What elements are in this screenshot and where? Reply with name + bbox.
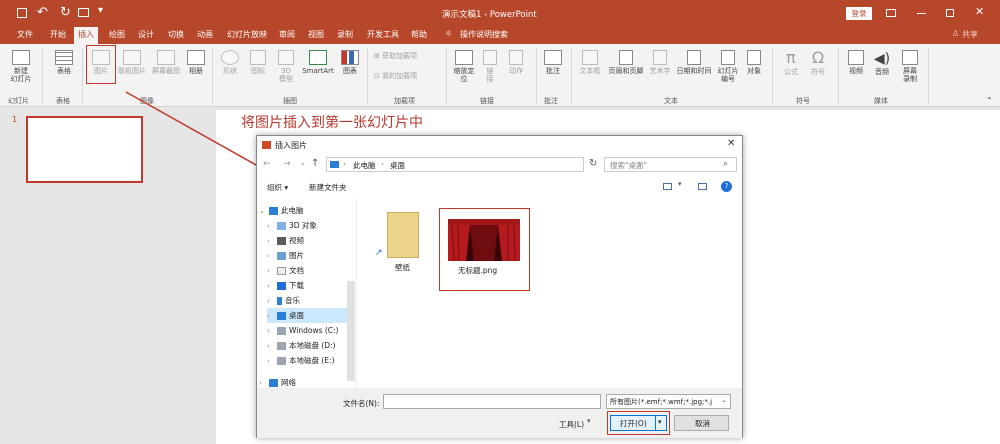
insert-picture-dialog: 插入图片 ✕ ← → ⌄ ↑ › 此电脑 › 桌面 ⌄ ↻ 搜索"桌面" ⌕ 组… [256,135,743,438]
nav-item-drive-e[interactable]: › 本地磁盘 (E:) [267,353,353,368]
new-folder-button[interactable]: 新建文件夹 [309,182,347,193]
forward-icon[interactable]: → [283,159,291,169]
music-icon [277,297,282,305]
nav-item-this-pc[interactable]: ⌄ 此电脑 [259,203,345,218]
folder-icon [387,212,419,258]
filetype-dropdown-icon: ⌄ [721,396,727,404]
powerpoint-icon [262,141,271,149]
desktop-icon [277,312,286,320]
drive-d-icon [277,342,286,350]
nav-item-drive-d[interactable]: › 本地磁盘 (D:) [267,338,353,353]
help-icon[interactable]: ? [721,181,732,192]
view-options-icon[interactable] [663,183,672,190]
refresh-icon[interactable]: ↻ [589,158,597,169]
tools-dropdown-icon[interactable]: ▾ [587,417,591,425]
organize-button[interactable]: 组织 ▾ [267,182,288,193]
nav-item-desktop[interactable]: › 桌面 [267,308,353,323]
filename-label: 文件名(N): [343,399,380,408]
breadcrumb-pc[interactable]: 此电脑 [353,160,376,171]
dialog-close-icon[interactable]: ✕ [727,138,735,149]
preview-pane-icon[interactable] [698,183,707,190]
back-icon[interactable]: ← [263,159,271,169]
file-item-wallpaper[interactable]: ↗ 壁纸 [375,206,431,276]
up-icon[interactable]: ↑ [311,158,319,169]
open-button-highlight [607,411,670,435]
nav-item-3d-objects[interactable]: › 3D 对象 [267,218,353,233]
breadcrumb-desktop[interactable]: 桌面 [390,160,405,171]
dialog-title: 插入图片 [275,141,307,150]
3d-objects-icon [277,222,286,230]
network-icon [269,379,278,387]
nav-item-pictures[interactable]: › 图片 [267,248,353,263]
computer-icon [269,207,278,215]
pictures-icon [277,252,286,260]
nav-item-videos[interactable]: › 视频 [267,233,353,248]
drive-c-icon [277,327,286,335]
cancel-button[interactable]: 取消 [674,415,729,431]
documents-icon [277,267,286,275]
nav-scrollbar[interactable] [347,281,355,381]
view-dropdown-icon[interactable]: ▾ [678,180,682,188]
nav-item-downloads[interactable]: › 下载 [267,278,353,293]
pc-icon [330,161,339,168]
nav-item-music[interactable]: › 音乐 [267,293,353,308]
nav-item-drive-c[interactable]: › Windows (C:) [267,323,353,338]
recent-dropdown-icon[interactable]: ⌄ [300,159,306,167]
filename-input[interactable] [383,394,601,409]
address-bar[interactable]: › 此电脑 › 桌面 ⌄ [326,157,643,172]
search-icon: ⌕ [723,159,729,169]
drive-e-icon [277,357,286,365]
videos-icon [277,237,286,245]
navigation-pane: ⌄ 此电脑 › 3D 对象 › 视频 › 图片 › 文档 › 下载 › 音乐 › 桌面 › Win… [257,198,357,398]
nav-item-documents[interactable]: › 文档 [267,263,353,278]
search-box[interactable]: 搜索"桌面" ⌕ [604,157,737,172]
tools-button[interactable]: 工具(L) [559,419,584,430]
filetype-select[interactable]: 所有图片(*.emf;*.wmf;*.jpg;*.j ⌄ [606,394,731,409]
shortcut-arrow-icon: ↗ [375,248,383,258]
downloads-icon [277,282,286,290]
image-file-highlight [439,208,530,291]
